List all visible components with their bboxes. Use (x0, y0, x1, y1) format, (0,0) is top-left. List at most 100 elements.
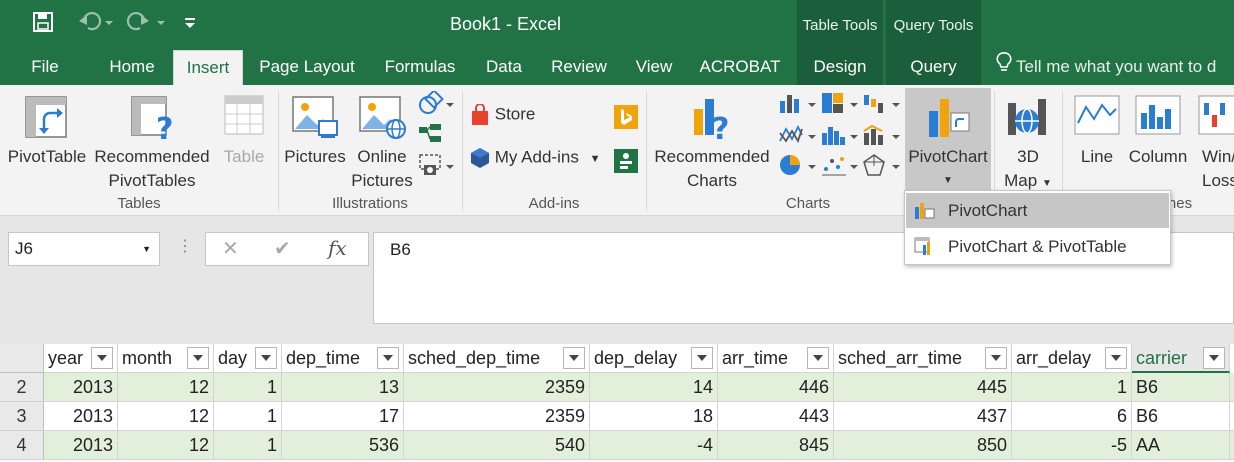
table-cell[interactable]: 437 (834, 402, 1012, 431)
table-cell[interactable]: B6 (1132, 402, 1230, 431)
table-cell[interactable]: 2359 (404, 402, 590, 431)
filter-dropdown-icon[interactable] (563, 347, 585, 369)
table-cell[interactable]: 2013 (44, 431, 118, 460)
row-header[interactable]: 2 (0, 373, 44, 402)
table-cell[interactable]: AA (1132, 431, 1230, 460)
undo-icon[interactable] (78, 11, 114, 39)
table-cell[interactable]: 2013 (44, 373, 118, 402)
column-header[interactable]: month (118, 344, 214, 373)
redo-icon[interactable] (124, 11, 166, 39)
filter-dropdown-icon[interactable] (807, 347, 829, 369)
row-header[interactable]: 3 (0, 402, 44, 431)
filter-dropdown-icon[interactable] (985, 347, 1007, 369)
column-header[interactable]: year (44, 344, 118, 373)
table-cell[interactable]: -5 (1012, 431, 1132, 460)
table-cell[interactable]: 1 (214, 402, 282, 431)
column-header[interactable]: dep_time (282, 344, 404, 373)
column-header[interactable]: dep_delay (590, 344, 718, 373)
column-chart-button[interactable] (778, 91, 818, 120)
filter-dropdown-icon[interactable] (1203, 347, 1225, 369)
bing-maps-button[interactable] (614, 105, 638, 134)
sparkline-line-button[interactable]: Line (1070, 93, 1124, 169)
tab-view[interactable]: View (626, 50, 682, 85)
table-cell[interactable]: 12 (118, 402, 214, 431)
table-cell[interactable]: 1 (214, 373, 282, 402)
table-cell[interactable]: 1 (1012, 373, 1132, 402)
table-cell[interactable]: 6 (1012, 402, 1132, 431)
tab-home[interactable]: Home (100, 50, 164, 85)
table-cell[interactable]: 446 (718, 373, 834, 402)
filter-dropdown-icon[interactable] (255, 347, 277, 369)
row-header[interactable]: 4 (0, 431, 44, 460)
tab-file[interactable]: File (18, 50, 72, 85)
column-header[interactable]: sched_dep_time (404, 344, 590, 373)
table-cell[interactable]: 443 (718, 402, 834, 431)
table-cell[interactable] (1230, 373, 1234, 402)
store-button[interactable]: Store (470, 103, 535, 126)
column-header[interactable]: arr_delay (1012, 344, 1132, 373)
menu-item-pivotchart[interactable]: PivotChart (906, 193, 1169, 228)
table-cell[interactable]: 445 (834, 373, 1012, 402)
tab-page-layout[interactable]: Page Layout (250, 50, 364, 85)
tab-acrobat[interactable]: ACROBAT (690, 50, 790, 85)
waterfall-chart-button[interactable] (862, 91, 902, 120)
table-cell[interactable]: 1 (214, 431, 282, 460)
table-cell[interactable]: 12 (118, 373, 214, 402)
hierarchy-chart-button[interactable] (820, 91, 860, 120)
tab-review[interactable]: Review (542, 50, 616, 85)
table-cell[interactable]: 13 (282, 373, 404, 402)
corner-cell[interactable] (0, 344, 44, 373)
table-button[interactable]: Table (216, 93, 272, 169)
sparkline-winloss-button[interactable]: Win/ Loss (1196, 93, 1234, 193)
tab-design[interactable]: Design (797, 50, 883, 85)
filter-dropdown-icon[interactable] (377, 347, 399, 369)
tab-insert[interactable]: Insert (173, 50, 243, 85)
filter-dropdown-icon[interactable] (91, 347, 113, 369)
table-cell[interactable] (1230, 431, 1234, 460)
tell-me-box[interactable]: Tell me what you want to d (996, 50, 1216, 85)
table-cell[interactable]: 845 (718, 431, 834, 460)
column-header[interactable]: day (214, 344, 282, 373)
pie-chart-button[interactable] (778, 153, 818, 182)
combo-chart-button[interactable] (862, 123, 902, 152)
my-addins-button[interactable]: My Add-ins ▼ (470, 147, 600, 169)
customize-qat-icon[interactable] (184, 13, 196, 36)
table-cell[interactable]: 850 (834, 431, 1012, 460)
table-cell[interactable] (1230, 402, 1234, 431)
tab-formulas[interactable]: Formulas (374, 50, 466, 85)
table-cell[interactable]: 14 (590, 373, 718, 402)
filter-dropdown-icon[interactable] (1105, 347, 1127, 369)
tab-data[interactable]: Data (476, 50, 532, 85)
3d-map-button[interactable]: 3D Map ▼ (996, 93, 1060, 196)
menu-item-pivotchart-and-pivottable[interactable]: PivotChart & PivotTable (906, 229, 1169, 264)
people-graph-button[interactable] (614, 149, 638, 178)
table-cell[interactable]: 540 (404, 431, 590, 460)
screenshot-button[interactable] (418, 153, 454, 182)
enter-icon[interactable]: ✔ (274, 236, 291, 261)
sparkline-column-button[interactable]: Column (1126, 93, 1190, 169)
smartart-button[interactable] (418, 123, 442, 150)
insert-function-icon[interactable]: fx (328, 236, 347, 260)
recommended-pivottables-button[interactable]: ? Recommended PivotTables (92, 93, 212, 193)
table-cell[interactable]: 17 (282, 402, 404, 431)
table-cell[interactable]: B6 (1132, 373, 1230, 402)
filter-dropdown-icon[interactable] (187, 347, 209, 369)
save-icon[interactable] (32, 11, 54, 39)
table-cell[interactable]: -4 (590, 431, 718, 460)
table-cell[interactable]: 18 (590, 402, 718, 431)
tab-query[interactable]: Query (886, 50, 981, 85)
pictures-button[interactable]: Pictures (283, 93, 347, 169)
scatter-chart-button[interactable] (820, 153, 860, 182)
cancel-icon[interactable]: ✕ (222, 236, 239, 261)
radar-chart-button[interactable] (862, 153, 902, 182)
name-box[interactable]: J6 ▼ (8, 232, 160, 266)
statistic-chart-button[interactable] (820, 123, 860, 152)
table-cell[interactable]: 536 (282, 431, 404, 460)
chevron-down-icon[interactable]: ▼ (142, 233, 151, 265)
pivottable-button[interactable]: PivotTable (4, 93, 90, 169)
worksheet-grid[interactable]: year month day dep_time sched_dep_time dep_de… (0, 344, 1234, 462)
column-header[interactable]: sched_arr_time (834, 344, 1012, 373)
table-cell[interactable]: 2359 (404, 373, 590, 402)
line-chart-button[interactable] (778, 123, 818, 152)
table-cell[interactable]: 12 (118, 431, 214, 460)
